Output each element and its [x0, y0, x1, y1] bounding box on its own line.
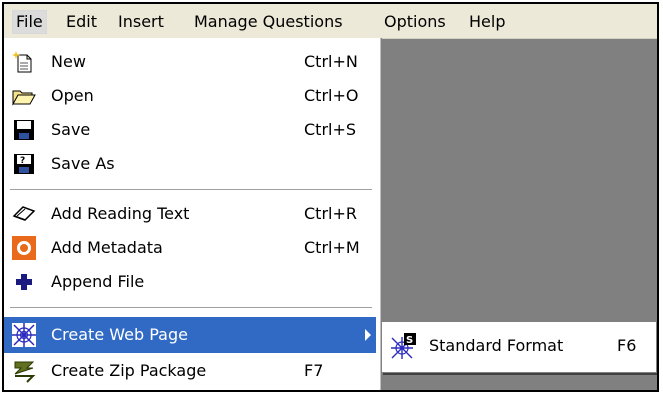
create-web-page-submenu: S Standard Format F6 — [381, 321, 657, 373]
save-disk-icon — [12, 118, 36, 142]
save-as-icon: ? — [12, 152, 36, 176]
plus-icon — [12, 270, 36, 294]
menu-item-label: Add Metadata — [51, 238, 163, 257]
new-file-icon — [12, 50, 36, 74]
menu-item-shortcut: Ctrl+R — [304, 204, 357, 223]
menu-item-shortcut: Ctrl+M — [304, 238, 360, 257]
submenu-arrow-icon — [365, 329, 371, 341]
submenu-item-standard-format[interactable]: S Standard Format F6 — [385, 325, 651, 367]
submenu-item-shortcut: F6 — [617, 336, 637, 355]
menu-item-append-file[interactable]: Append File — [4, 265, 376, 299]
menu-item-label: Append File — [51, 272, 145, 291]
menu-item-create-web-page[interactable]: Create Web Page — [4, 317, 376, 353]
menu-item-save[interactable]: Save Ctrl+S — [4, 113, 376, 147]
submenu-item-label: Standard Format — [429, 336, 564, 355]
menu-item-create-zip-package[interactable]: Create Zip Package F7 — [4, 354, 376, 388]
menu-item-label: New — [51, 52, 86, 71]
menu-item-label: Add Reading Text — [51, 204, 190, 223]
web-page-icon — [12, 323, 36, 347]
menu-separator — [10, 189, 372, 193]
menu-item-label: Create Web Page — [51, 325, 188, 344]
menu-insert[interactable]: Insert — [114, 10, 168, 34]
metadata-icon — [12, 236, 36, 260]
standard-format-icon: S — [391, 333, 417, 359]
open-folder-icon — [12, 84, 36, 108]
svg-text:?: ? — [20, 156, 25, 166]
menu-item-new[interactable]: New Ctrl+N — [4, 45, 376, 79]
file-menu-dropdown: New Ctrl+N Open Ctrl+O Save Ctrl+S ? Sav… — [4, 38, 382, 390]
menu-item-save-as[interactable]: ? Save As — [4, 147, 376, 181]
menu-item-shortcut: Ctrl+N — [304, 52, 358, 71]
menu-manage-questions[interactable]: Manage Questions — [190, 10, 347, 34]
menu-bar: File Edit Insert Manage Questions Option… — [4, 4, 657, 39]
menu-item-shortcut: Ctrl+S — [304, 120, 357, 139]
menu-item-open[interactable]: Open Ctrl+O — [4, 79, 376, 113]
menu-item-label: Open — [51, 86, 94, 105]
menu-item-add-reading-text[interactable]: Add Reading Text Ctrl+R — [4, 197, 376, 231]
menu-separator — [10, 307, 372, 311]
zip-package-icon — [12, 359, 36, 383]
menu-item-shortcut: Ctrl+O — [304, 86, 359, 105]
menu-file[interactable]: File — [12, 10, 47, 34]
menu-help[interactable]: Help — [465, 10, 509, 34]
menu-item-label: Save As — [51, 154, 115, 173]
menu-item-add-metadata[interactable]: Add Metadata Ctrl+M — [4, 231, 376, 265]
application-window: File Edit Insert Manage Questions Option… — [2, 2, 659, 392]
menu-item-shortcut: F7 — [304, 361, 324, 380]
menu-item-label: Create Zip Package — [51, 361, 207, 380]
menu-item-label: Save — [51, 120, 91, 139]
reading-text-icon — [12, 202, 36, 226]
menu-edit[interactable]: Edit — [62, 10, 101, 34]
svg-text:S: S — [406, 335, 413, 346]
menu-options[interactable]: Options — [380, 10, 450, 34]
